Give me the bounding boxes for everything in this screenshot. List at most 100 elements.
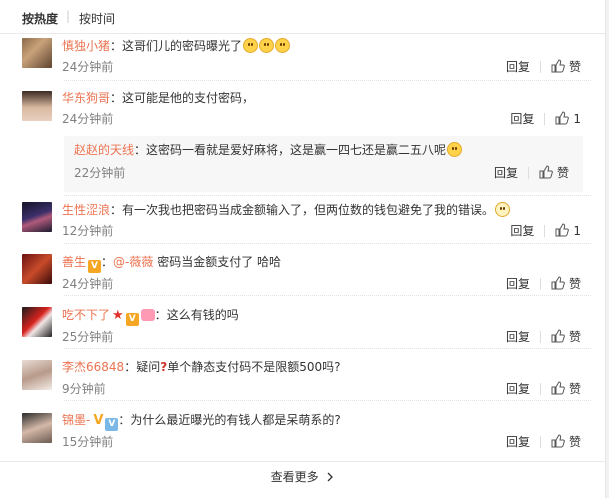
comment-text: 这么有钱的吗	[166, 308, 239, 322]
thumb-up-icon	[555, 111, 570, 125]
comment-actions: 回复 赞	[494, 165, 569, 181]
comment-item: 李杰66848：疑问?单个静态支付码不是限额500吗? 9分钟前 回复赞	[0, 353, 605, 401]
sort-separator: |	[66, 9, 71, 23]
comment-time: 24分钟前	[62, 112, 114, 126]
username[interactable]: 李杰66848	[62, 360, 124, 374]
thumb-up-icon	[551, 381, 565, 395]
avatar[interactable]	[22, 38, 52, 68]
like-button[interactable]: 1	[555, 111, 581, 127]
comment-item: 善生 V ：@-薇薇 密码当金额支付了 哈哈 24分钟前 回复赞	[0, 248, 605, 296]
like-button[interactable]: 1	[555, 223, 581, 239]
username[interactable]: 华东狗哥	[62, 91, 110, 105]
sort-by-time[interactable]: 按时间	[79, 10, 115, 27]
like-count: 赞	[568, 382, 581, 396]
glasses-emoji-icon	[495, 202, 511, 217]
reply-button[interactable]: 回复	[506, 434, 530, 450]
comment-actions: 回复 赞	[506, 276, 581, 292]
comment-item: 锦墨- V V ：为什么最近曝光的有钱人都是呆萌系的? 15分钟前 回复赞	[0, 406, 605, 454]
laugh-emoji-icon	[259, 38, 275, 53]
comment-actions: 回复 赞	[506, 59, 581, 75]
comment-text: 有一次我也把密码当成金额输入了，但两位数的钱包避免了我的错误。	[122, 203, 495, 217]
comment-text: 单个静态支付码不是限额500吗?	[167, 360, 341, 374]
comment-text: 这哥们儿的密码曝光了	[122, 39, 243, 53]
like-count: 赞	[568, 330, 581, 344]
like-button[interactable]: 赞	[551, 381, 581, 397]
comment-time: 9分钟前	[62, 382, 106, 396]
comment-text: 密码当金额支付了 哈哈	[157, 255, 282, 269]
like-count: 赞	[556, 166, 569, 180]
like-count: 赞	[568, 277, 581, 291]
star-badge-icon: ★	[112, 308, 124, 323]
heart-badge-icon	[140, 309, 155, 321]
thumb-up-icon	[551, 276, 565, 290]
laugh-emoji-icon	[243, 38, 259, 53]
sort-by-hot[interactable]: 按热度	[22, 10, 58, 27]
vip-badge-icon: V	[125, 313, 139, 326]
reply-button[interactable]: 回复	[506, 381, 530, 397]
like-count: 赞	[568, 435, 581, 449]
thumb-up-icon	[551, 59, 565, 73]
comment-time: 22分钟前	[74, 166, 126, 180]
comment-item: 慎独小猪：这哥们儿的密码曝光了 24分钟前 回复赞	[0, 33, 605, 81]
thumb-up-icon	[551, 329, 565, 343]
vip-badge-icon: V	[88, 260, 102, 273]
username[interactable]: 吃不下了	[62, 308, 110, 322]
comment-panel: 按热度 | 按时间 慎独小猪：这哥们儿的密码曝光了 24分钟前 回复赞 华东狗哥…	[0, 0, 606, 498]
reply-button[interactable]: 回复	[510, 223, 534, 239]
reply-button[interactable]: 回复	[506, 329, 530, 345]
laugh-emoji-icon	[275, 38, 291, 53]
avatar[interactable]	[22, 202, 52, 232]
comment-text-prefix: 疑问	[136, 360, 161, 374]
comment-actions: 回复 赞	[506, 329, 581, 345]
view-more-label: 查看更多	[270, 470, 319, 484]
mention-link[interactable]: @-薇薇	[113, 255, 153, 269]
comment-text: 这可能是他的支付密码，	[122, 91, 255, 105]
reply-button[interactable]: 回复	[510, 111, 534, 127]
comment-actions: 回复 1	[510, 223, 581, 239]
avatar[interactable]	[22, 307, 52, 337]
comment-text: 为什么最近曝光的有钱人都是呆萌系的?	[130, 413, 341, 427]
comment-item: 华东狗哥：这可能是他的支付密码， 24分钟前 回复 1	[0, 86, 605, 134]
username[interactable]: 锦墨-	[62, 413, 90, 427]
chevron-right-icon	[327, 472, 334, 482]
comment-text: 这密码一看就是爱好麻将，这是赢一四七还是赢二五八呢	[146, 143, 447, 157]
vip-badge-icon: V	[105, 418, 119, 431]
like-button[interactable]: 赞	[539, 165, 569, 181]
view-more-button[interactable]: 查看更多	[0, 461, 605, 492]
like-count: 赞	[568, 60, 581, 74]
comment-actions: 回复 赞	[506, 381, 581, 397]
comment-item: 吃不下了 ★ V ：这么有钱的吗 25分钟前 回复赞	[0, 301, 605, 349]
comment-time: 25分钟前	[62, 330, 114, 344]
like-button[interactable]: 赞	[551, 59, 581, 75]
comment-time: 12分钟前	[62, 224, 114, 238]
username[interactable]: 生性涩浪	[62, 203, 110, 217]
username[interactable]: 赵赵的天线	[74, 143, 134, 157]
comment-time: 24分钟前	[62, 277, 114, 291]
like-count: 1	[573, 224, 581, 238]
like-button[interactable]: 赞	[551, 276, 581, 292]
username[interactable]: 慎独小猪	[62, 39, 110, 53]
comment-time: 24分钟前	[62, 60, 114, 74]
like-button[interactable]: 赞	[551, 434, 581, 450]
comment-time: 15分钟前	[62, 435, 114, 449]
username[interactable]: 善生	[62, 255, 86, 269]
avatar[interactable]	[22, 91, 52, 121]
thumb-up-icon	[539, 165, 553, 179]
comment-actions: 回复 赞	[506, 434, 581, 450]
reply-button[interactable]: 回复	[506, 59, 530, 75]
avatar[interactable]	[22, 360, 52, 390]
thumb-up-icon	[551, 434, 565, 448]
reply-button[interactable]: 回复	[494, 165, 518, 181]
comment-item: 生性涩浪：有一次我也把密码当成金额输入了，但两位数的钱包避免了我的错误。 12分…	[0, 195, 605, 244]
thumb-up-icon	[555, 223, 570, 237]
verified-v-icon: V	[93, 413, 104, 428]
avatar[interactable]	[22, 413, 52, 443]
avatar[interactable]	[22, 254, 52, 284]
like-button[interactable]: 赞	[551, 329, 581, 345]
like-count: 1	[573, 112, 581, 126]
sub-reply: 赵赵的天线：这密码一看就是爱好麻将，这是赢一四七还是赢二五八呢 22分钟前 回复…	[64, 136, 583, 192]
comment-actions: 回复 1	[510, 111, 581, 127]
reply-button[interactable]: 回复	[506, 276, 530, 292]
laugh-cry-emoji-icon	[447, 142, 463, 157]
sort-bar: 按热度 | 按时间	[0, 0, 605, 34]
